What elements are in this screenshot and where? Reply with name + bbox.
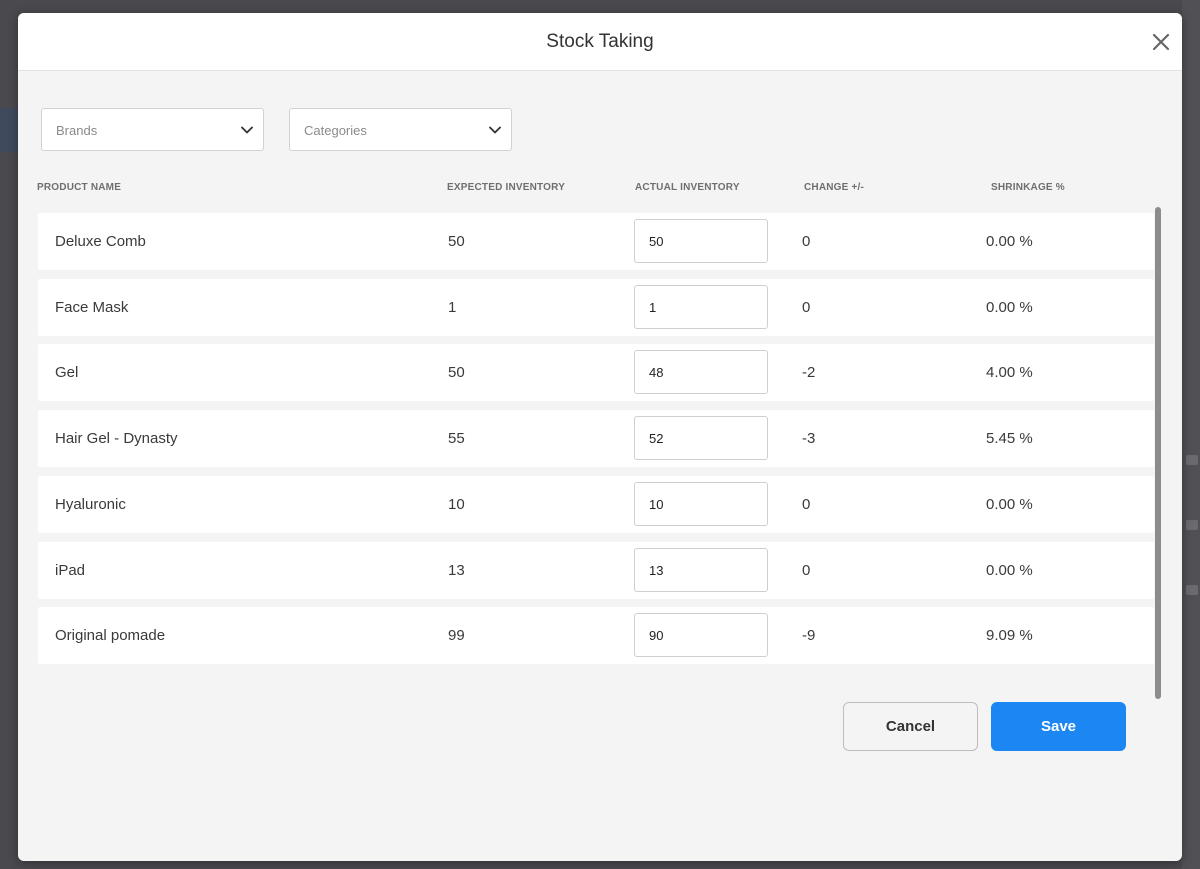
categories-dropdown[interactable]: Categories: [289, 108, 512, 151]
table-row: Hair Gel - Dynasty 55 -3 5.45 %: [38, 410, 1154, 467]
column-header-expected-inventory: EXPECTED INVENTORY: [447, 182, 566, 193]
product-name-cell: Face Mask: [55, 299, 129, 316]
change-cell: -3: [802, 430, 816, 447]
chevron-down-icon: [241, 126, 253, 134]
background-mark: [1186, 520, 1198, 530]
close-icon[interactable]: [1150, 31, 1172, 53]
shrinkage-cell: 0.00 %: [986, 496, 1033, 513]
product-name-cell: iPad: [55, 562, 86, 579]
table-row: Face Mask 1 0 0.00 %: [38, 279, 1154, 336]
table-row: Gel 50 -2 4.00 %: [38, 344, 1154, 401]
table-row: Original pomade 99 -9 9.09 %: [38, 607, 1154, 664]
actual-inventory-input[interactable]: [634, 482, 768, 526]
expected-inventory-cell: 13: [448, 562, 465, 579]
shrinkage-cell: 9.09 %: [986, 627, 1033, 644]
shrinkage-cell: 4.00 %: [986, 364, 1033, 381]
column-header-actual-inventory: ACTUAL INVENTORY: [635, 182, 740, 193]
table-row: Deluxe Comb 50 0 0.00 %: [38, 213, 1154, 270]
actual-inventory-input[interactable]: [634, 285, 768, 329]
expected-inventory-cell: 1: [448, 299, 457, 316]
change-cell: 0: [802, 233, 811, 250]
column-header-shrinkage: SHRINKAGE %: [991, 182, 1065, 193]
product-name-cell: Gel: [55, 364, 79, 381]
change-cell: 0: [802, 496, 811, 513]
save-button[interactable]: Save: [991, 702, 1126, 751]
product-name-cell: Hyaluronic: [55, 496, 126, 513]
shrinkage-cell: 0.00 %: [986, 299, 1033, 316]
dialog-header: Stock Taking: [18, 13, 1182, 71]
shrinkage-cell: 0.00 %: [986, 562, 1033, 579]
actual-inventory-input[interactable]: [634, 350, 768, 394]
change-cell: -9: [802, 627, 816, 644]
background-mark: [1186, 455, 1198, 465]
change-cell: 0: [802, 299, 811, 316]
actual-inventory-input[interactable]: [634, 416, 768, 460]
expected-inventory-cell: 99: [448, 627, 465, 644]
actual-inventory-input[interactable]: [634, 219, 768, 263]
cancel-button[interactable]: Cancel: [843, 702, 978, 751]
brands-dropdown[interactable]: Brands: [41, 108, 264, 151]
change-cell: -2: [802, 364, 816, 381]
product-name-cell: Original pomade: [55, 627, 166, 644]
change-cell: 0: [802, 562, 811, 579]
expected-inventory-cell: 10: [448, 496, 465, 513]
product-name-cell: Deluxe Comb: [55, 233, 146, 250]
background-mark: [1186, 585, 1198, 595]
stock-taking-dialog: Stock Taking Brands Categories PRODUCT N…: [18, 13, 1182, 861]
background-app-strip: [0, 108, 18, 152]
actual-inventory-input[interactable]: [634, 613, 768, 657]
table-row: iPad 13 0 0.00 %: [38, 542, 1154, 599]
brands-placeholder: Brands: [56, 123, 98, 138]
shrinkage-cell: 5.45 %: [986, 430, 1033, 447]
dialog-title: Stock Taking: [546, 31, 654, 52]
background-app-edge: [1182, 0, 1200, 869]
expected-inventory-cell: 55: [448, 430, 465, 447]
product-name-cell: Hair Gel - Dynasty: [55, 430, 178, 447]
shrinkage-cell: 0.00 %: [986, 233, 1033, 250]
column-header-product-name: PRODUCT NAME: [37, 182, 122, 193]
expected-inventory-cell: 50: [448, 364, 465, 381]
table-scrollbar[interactable]: [1155, 207, 1161, 699]
expected-inventory-cell: 50: [448, 233, 465, 250]
actual-inventory-input[interactable]: [634, 548, 768, 592]
table-row: Hyaluronic 10 0 0.00 %: [38, 476, 1154, 533]
chevron-down-icon: [489, 126, 501, 134]
column-header-change: CHANGE +/-: [804, 182, 865, 193]
categories-placeholder: Categories: [304, 123, 367, 138]
